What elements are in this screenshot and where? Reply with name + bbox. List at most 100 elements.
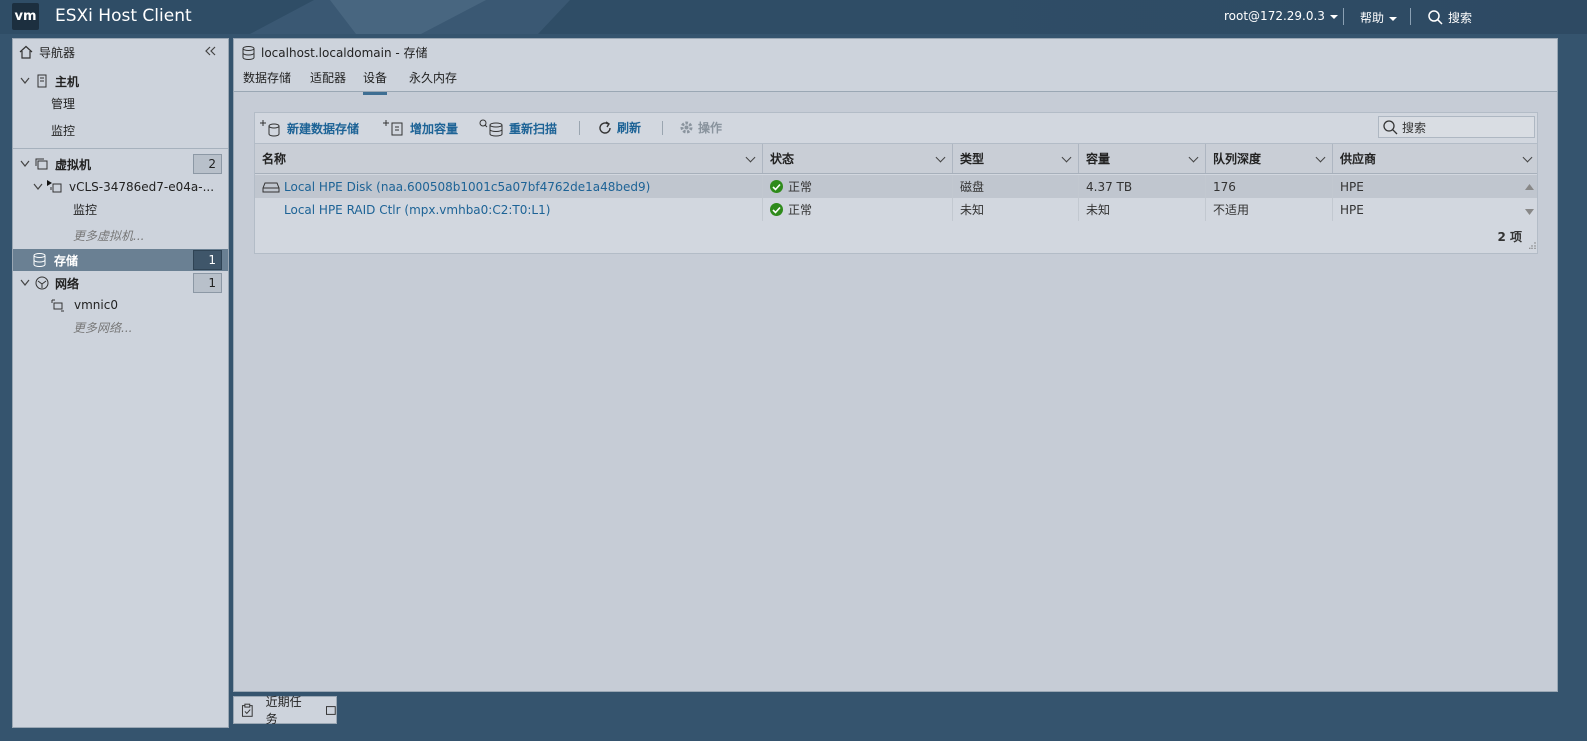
column-label: 状态 [770, 152, 795, 166]
maximize-icon[interactable] [326, 705, 336, 715]
table-search-placeholder: 搜索 [1402, 120, 1427, 135]
host-icon [37, 74, 47, 88]
chevron-down-icon[interactable] [745, 152, 756, 163]
cell-name: Local HPE Disk (naa.600508b1001c5a07bf47… [255, 175, 763, 198]
page-title: localhost.localdomain - 存储 [242, 44, 428, 61]
actions-button[interactable]: 操作 [679, 119, 722, 136]
app-title: ESXi Host Client [55, 6, 192, 26]
help-menu[interactable]: 帮助 [1360, 9, 1398, 26]
devices-panel: 新建数据存储 增加容量 重新扫描 刷新 操作 搜索 名称 状态 类型 容量 队列… [254, 112, 1538, 254]
chevron-down-icon[interactable] [1061, 152, 1072, 163]
tab-devices[interactable]: 设备 [363, 69, 388, 95]
rescan-icon [479, 119, 503, 137]
table-row[interactable]: Local HPE Disk (naa.600508b1001c5a07bf47… [255, 175, 1537, 198]
divider [1343, 8, 1344, 25]
toolbar: 新建数据存储 增加容量 重新扫描 刷新 操作 搜索 [255, 113, 1537, 143]
cell-status: 正常 [763, 198, 953, 221]
tab-datastores[interactable]: 数据存储 [243, 69, 291, 92]
checkmark-icon [770, 180, 783, 193]
scroll-up-arrow-icon[interactable] [1525, 179, 1534, 193]
column-queue-depth[interactable]: 队列深度 [1206, 144, 1333, 173]
device-name-link[interactable]: Local HPE Disk (naa.600508b1001c5a07bf47… [284, 180, 650, 194]
column-type[interactable]: 类型 [953, 144, 1079, 173]
database-icon [242, 45, 255, 60]
nic-icon [51, 299, 64, 311]
device-name-link[interactable]: Local HPE RAID Ctlr (mpx.vmhba0:C2:T0:L1… [284, 203, 550, 217]
table-search-input[interactable]: 搜索 [1378, 116, 1535, 138]
actions-label: 操作 [698, 121, 723, 135]
global-search-label: 搜索 [1448, 11, 1473, 25]
recent-tasks-label: 近期任务 [265, 695, 302, 726]
top-bar: vm ESXi Host Client root@172.29.0.3 帮助 搜… [0, 0, 1587, 34]
cell-type: 未知 [953, 198, 1079, 221]
user-menu[interactable]: root@172.29.0.3 [1224, 9, 1338, 23]
caret-down-icon [1329, 14, 1338, 19]
column-label: 队列深度 [1213, 152, 1262, 166]
main-panel: localhost.localdomain - 存储 数据存储 适配器 设备 永… [233, 38, 1558, 692]
nav-monitor-label: 监控 [51, 123, 76, 138]
cell-capacity: 4.37 TB [1079, 175, 1206, 198]
nav-manage-label: 管理 [51, 96, 76, 111]
chevron-down-icon[interactable] [33, 183, 43, 191]
nav-more-vms-label: 更多虚拟机... [73, 228, 145, 243]
vm-count-badge: 2 [193, 154, 222, 174]
nav-host[interactable]: 主机 [20, 70, 235, 92]
page-title-text: localhost.localdomain - 存储 [261, 46, 428, 60]
divider [13, 148, 228, 149]
tab-adapters[interactable]: 适配器 [310, 69, 346, 92]
collapse-navigator-icon[interactable] [204, 45, 216, 59]
chevron-down-icon[interactable] [20, 160, 30, 168]
status-text: 正常 [788, 180, 813, 194]
column-name[interactable]: 名称 [255, 144, 763, 173]
increase-capacity-button[interactable]: 增加容量 [382, 119, 458, 137]
column-label: 名称 [262, 152, 287, 166]
refresh-label: 刷新 [617, 121, 642, 135]
increase-capacity-label: 增加容量 [410, 121, 459, 136]
navigator-title: 导航器 [39, 45, 76, 60]
divider [1410, 8, 1411, 25]
nav-vm-item[interactable]: vCLS-34786ed7-e04a-... [33, 176, 248, 198]
nav-vm-name: vCLS-34786ed7-e04a-... [69, 180, 215, 194]
nav-more-networks-label: 更多网络... [73, 320, 133, 335]
column-vendor[interactable]: 供应商 [1333, 144, 1539, 173]
global-search[interactable]: 搜索 [1428, 9, 1472, 26]
resize-handle-icon[interactable] [1529, 238, 1536, 252]
user-label: root@172.29.0.3 [1224, 9, 1325, 23]
chevron-down-icon[interactable] [20, 279, 30, 287]
divider [579, 121, 580, 135]
increase-capacity-icon [383, 120, 403, 136]
chevron-down-icon[interactable] [20, 77, 30, 85]
rescan-button[interactable]: 重新扫描 [479, 119, 557, 137]
cell-queue-depth: 176 [1206, 175, 1333, 198]
column-label: 容量 [1086, 152, 1111, 166]
network-count-badge: 1 [193, 273, 222, 293]
table-row[interactable]: Local HPE RAID Ctlr (mpx.vmhba0:C2:T0:L1… [255, 198, 1537, 221]
nav-vms-label: 虚拟机 [55, 157, 92, 172]
column-label: 类型 [960, 152, 985, 166]
tab-persistent-memory[interactable]: 永久内存 [409, 69, 457, 92]
column-label: 供应商 [1340, 152, 1377, 166]
cell-name: Local HPE RAID Ctlr (mpx.vmhba0:C2:T0:L1… [255, 198, 763, 221]
refresh-icon [599, 120, 611, 134]
chevron-down-icon[interactable] [1315, 152, 1326, 163]
vmware-logo: vm [12, 3, 39, 30]
chevron-down-icon[interactable] [1522, 152, 1533, 163]
nav-vm-monitor-label: 监控 [73, 202, 98, 217]
nav-host-label: 主机 [55, 74, 80, 89]
nav-storage-label: 存储 [54, 253, 79, 268]
scroll-down-arrow-icon[interactable] [1525, 204, 1534, 218]
new-datastore-button[interactable]: 新建数据存储 [259, 119, 359, 137]
chevron-down-icon[interactable] [1188, 152, 1199, 163]
new-datastore-icon [260, 120, 280, 137]
vm-icon [35, 158, 48, 170]
home-icon [19, 45, 33, 59]
column-capacity[interactable]: 容量 [1079, 144, 1206, 173]
recent-tasks-button[interactable]: 近期任务 [233, 695, 337, 726]
column-status[interactable]: 状态 [763, 144, 953, 173]
vm-powered-on-icon [47, 180, 62, 193]
chevron-down-icon[interactable] [935, 152, 946, 163]
disk-icon [262, 182, 280, 192]
main-header: localhost.localdomain - 存储 数据存储 适配器 设备 永… [234, 39, 1557, 95]
refresh-button[interactable]: 刷新 [597, 119, 641, 136]
divider [662, 121, 663, 135]
